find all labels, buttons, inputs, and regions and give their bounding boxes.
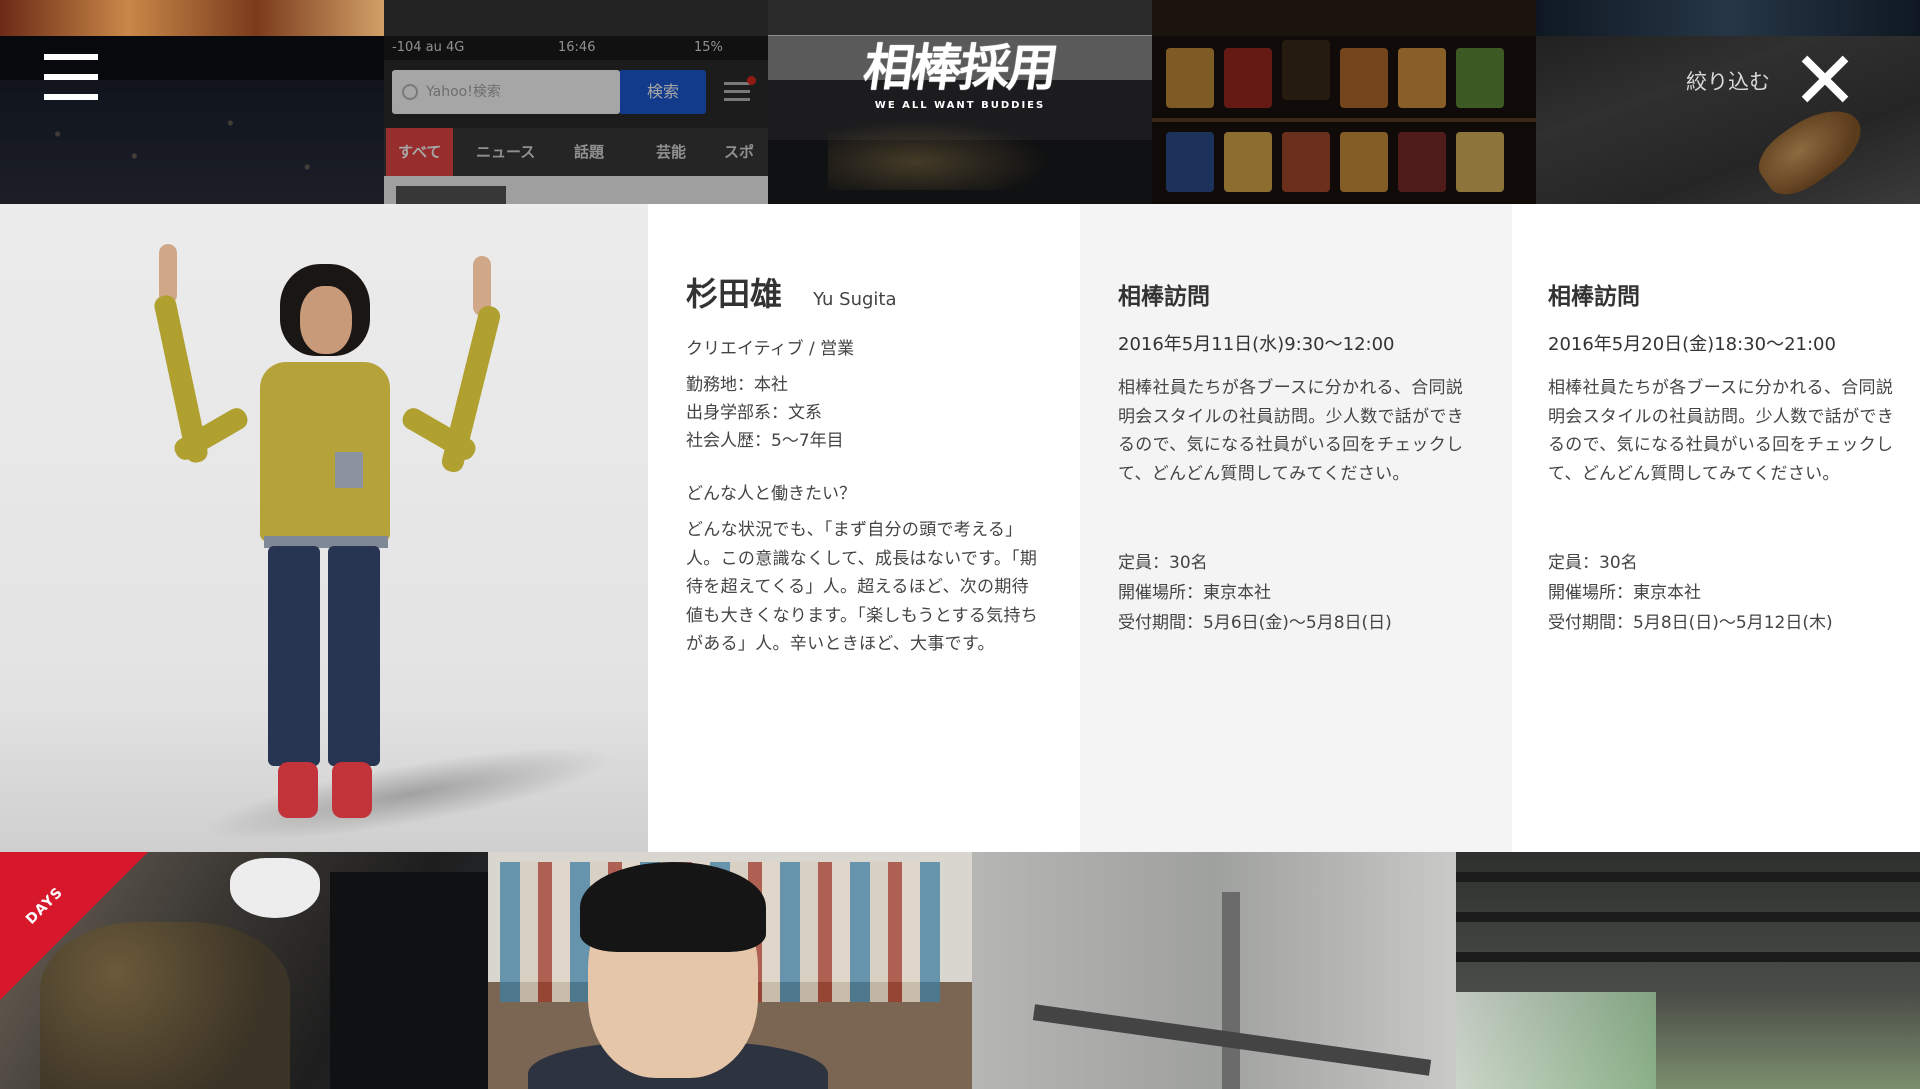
logo-tagline: WE ALL WANT BUDDIES <box>874 100 1046 111</box>
phone-top-band <box>384 0 768 36</box>
bottom-photo-strip: DAYS <box>0 852 1920 1089</box>
photo-tile-studio-rig[interactable] <box>972 852 1456 1089</box>
employee-figure <box>152 244 503 824</box>
ceiling-beam <box>1456 912 1920 922</box>
green-screen <box>1456 992 1656 1089</box>
profile-answer: どんな状況でも、「まず自分の頭で考える」人。この意識なくして、成長はないです。「… <box>686 520 1039 654</box>
visit-description: 相棒社員たちが各ブースに分かれる、合同説明会スタイルの社員訪問。少人数で話ができ… <box>1118 378 1464 484</box>
left-sneaker <box>278 762 318 818</box>
filter-button[interactable]: 絞り込む <box>1686 66 1770 96</box>
visit-title: 相棒訪問 <box>1118 284 1210 310</box>
shoes-top-band <box>1536 0 1920 36</box>
visit-meta: 定員：30名 開催場所：東京本社 受付期間：5月6日(金)〜5月8日(日) <box>1118 548 1472 638</box>
employee-facts: 勤務地：本社 出身学部系：文系 社会人歴：5〜7年目 <box>686 371 1040 455</box>
employee-detail-panel: 杉田雄 Yu Sugita クリエイティブ / 営業 勤務地：本社 出身学部系：… <box>0 204 1920 852</box>
monitor <box>330 872 488 1089</box>
face-mask <box>230 858 320 918</box>
visit-venue: 開催場所：東京本社 <box>1118 583 1271 603</box>
visit-title: 相棒訪問 <box>1548 284 1640 310</box>
left-leg <box>268 546 320 766</box>
face <box>300 286 352 354</box>
right-leg <box>328 546 380 766</box>
photo-tile-days-office[interactable]: DAYS <box>0 852 488 1089</box>
right-sneaker <box>332 762 372 818</box>
employee-role: クリエイティブ / 営業 <box>686 339 855 359</box>
employee-name-row: 杉田雄 Yu Sugita <box>686 274 1040 320</box>
hamburger-menu-button[interactable] <box>44 54 98 100</box>
visit-event-2: 相棒訪問 2016年5月20日(金)18:30〜21:00 相棒社員たちが各ブー… <box>1512 204 1920 852</box>
visit-date: 2016年5月20日(金)18:30〜21:00 <box>1548 334 1836 355</box>
visit-meta: 定員：30名 開催場所：東京本社 受付期間：5月8日(日)〜5月12日(木) <box>1548 548 1900 638</box>
fact-faculty: 出身学部系：文系 <box>686 403 822 423</box>
employee-name-jp: 杉田雄 <box>686 275 783 313</box>
photo-tile-food[interactable] <box>0 0 384 36</box>
sweater-pocket <box>335 452 363 488</box>
profile-column: 杉田雄 Yu Sugita クリエイティブ / 営業 勤務地：本社 出身学部系：… <box>648 204 1080 852</box>
photo-tile-smiling-employee[interactable] <box>488 852 972 1089</box>
fact-location: 勤務地：本社 <box>686 375 788 395</box>
logo-mark: 相棒採用 <box>859 38 1061 97</box>
hair <box>580 862 766 952</box>
fact-career-years: 社会人歴：5〜7年目 <box>686 431 844 451</box>
profile-question: どんな人と働きたい？ <box>686 484 856 504</box>
ceiling-beam <box>1456 952 1920 962</box>
days-ribbon-label: DAYS <box>22 884 67 928</box>
sweater <box>260 362 390 542</box>
ceiling-beam <box>1456 872 1920 882</box>
rig-pole <box>1222 892 1240 1089</box>
visit-registration-period: 受付期間：5月8日(日)〜5月12日(木) <box>1548 613 1833 633</box>
days-ribbon: DAYS <box>0 852 160 1012</box>
visit-capacity: 定員：30名 <box>1548 553 1638 573</box>
site-logo[interactable]: 相棒採用 WE ALL WANT BUDDIES <box>859 38 1061 130</box>
visit-description: 相棒社員たちが各ブースに分かれる、合同説明会スタイルの社員訪問。少人数で話ができ… <box>1548 378 1894 484</box>
hamburger-bar <box>44 74 98 80</box>
employee-photo <box>0 204 648 852</box>
visit-venue: 開催場所：東京本社 <box>1548 583 1701 603</box>
visit-registration-period: 受付期間：5月6日(金)〜5月8日(日) <box>1118 613 1392 633</box>
visit-event-1: 相棒訪問 2016年5月11日(水)9:30〜12:00 相棒社員たちが各ブース… <box>1080 204 1512 852</box>
close-icon[interactable] <box>1800 54 1850 104</box>
hamburger-bar <box>44 54 98 60</box>
hamburger-bar <box>44 94 98 100</box>
visit-date: 2016年5月11日(水)9:30〜12:00 <box>1118 334 1395 355</box>
photo-tile-warehouse[interactable] <box>1456 852 1920 1089</box>
employee-name-en: Yu Sugita <box>813 289 897 310</box>
visit-capacity: 定員：30名 <box>1118 553 1208 573</box>
